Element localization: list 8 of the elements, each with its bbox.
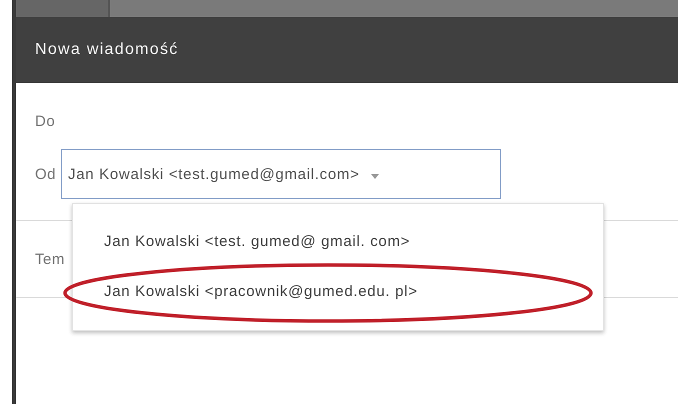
from-label: Od [35,166,56,182]
sender-select[interactable]: Jan Kowalski <test.gumed@gmail.com> [61,149,502,199]
subject-label: Tem [35,250,65,268]
menu-item[interactable]: Jan Kowalski <test. gumed@ gmail. com> [73,216,603,266]
window-title: Nowa wiadomość [35,41,179,59]
menu-item[interactable]: Jan Kowalski <pracownik@gumed.edu. pl> [73,266,603,316]
caret-icon [370,174,380,180]
to-label: Do [35,113,56,130]
